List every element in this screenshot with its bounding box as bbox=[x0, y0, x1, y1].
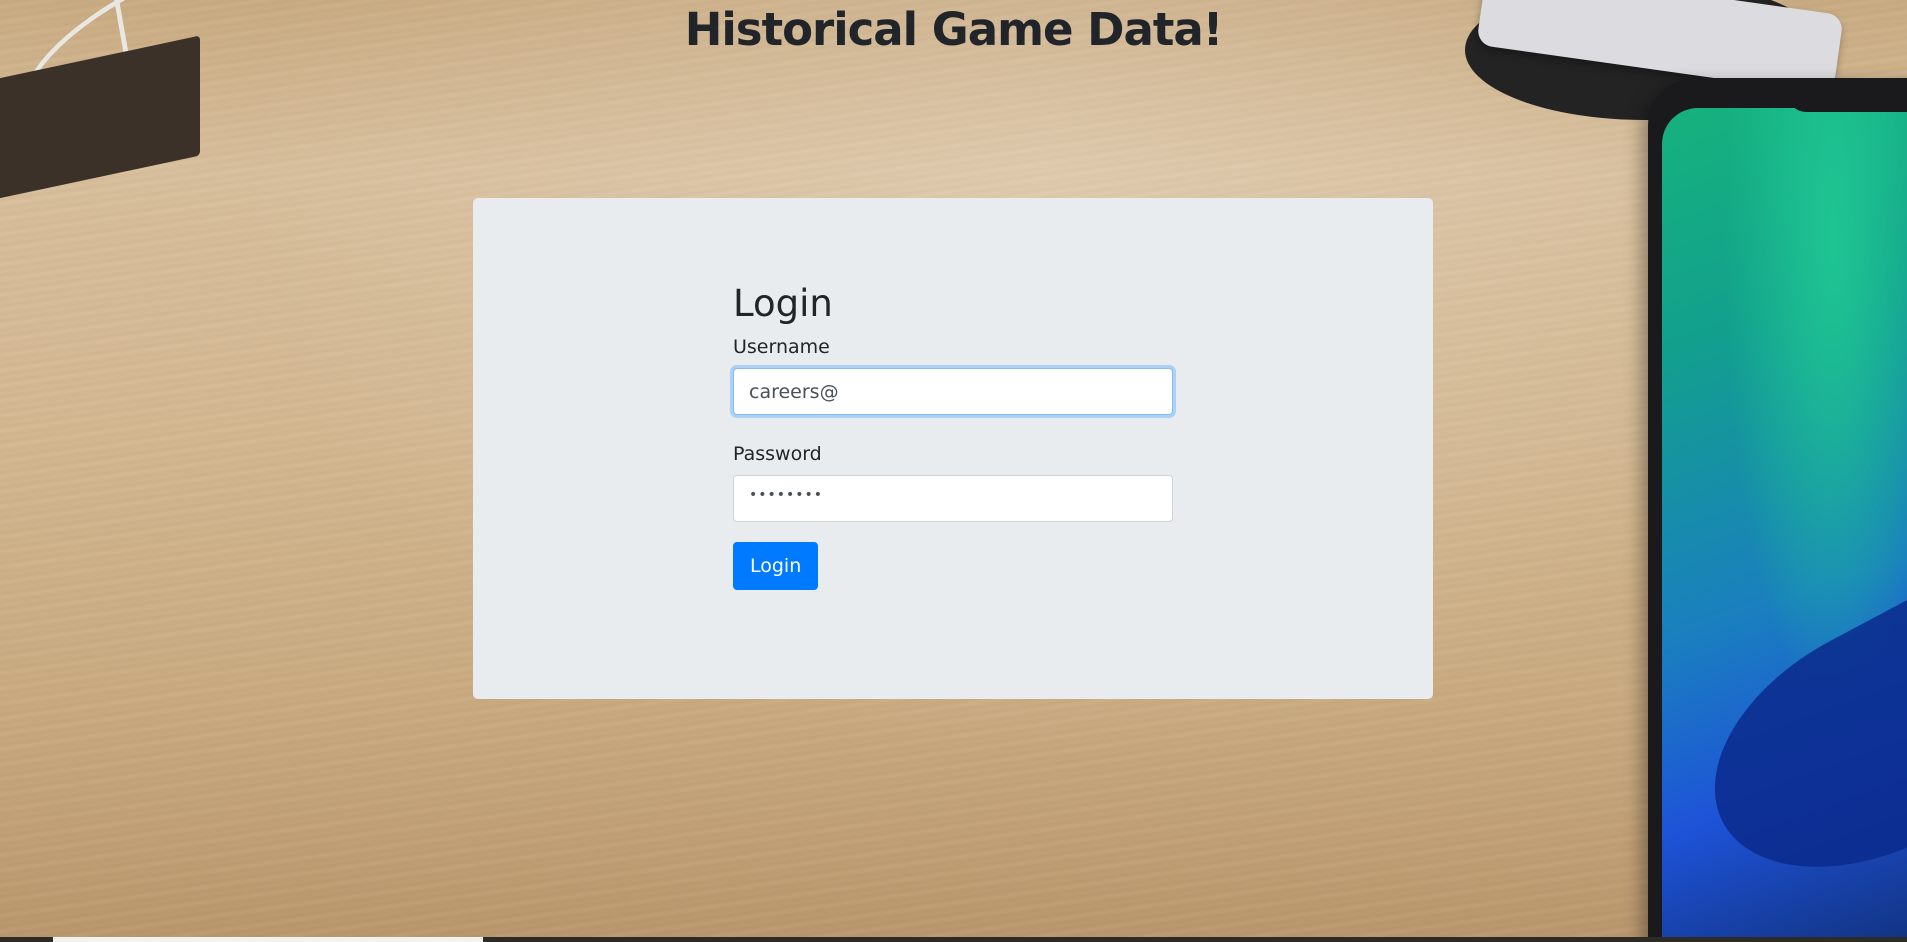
login-button[interactable]: Login bbox=[733, 542, 819, 590]
phone-wallpaper-shape bbox=[1671, 556, 1907, 920]
username-group: Username bbox=[733, 334, 1173, 415]
smartphone-image bbox=[1648, 78, 1907, 942]
password-input[interactable]: •••••••• bbox=[733, 475, 1173, 522]
phone-notch bbox=[1788, 78, 1907, 112]
password-label: Password bbox=[733, 443, 822, 465]
bottom-progress-bar bbox=[0, 937, 1907, 942]
phone-screen bbox=[1662, 108, 1907, 942]
username-input-wrap bbox=[733, 368, 1173, 415]
laptop-decoration bbox=[0, 35, 200, 205]
bottom-progress-segment bbox=[53, 937, 483, 942]
page-title: Historical Game Data! bbox=[684, 3, 1224, 56]
password-group: Password •••••••• bbox=[733, 441, 1173, 522]
background-photo: Historical Game Data! Login Username Pas… bbox=[0, 0, 1907, 942]
username-input[interactable] bbox=[733, 368, 1173, 415]
login-form: Login Username Password •••••••• Login bbox=[733, 280, 1173, 590]
login-heading: Login bbox=[733, 282, 833, 325]
password-mask: •••••••• bbox=[749, 487, 824, 503]
login-panel: Login Username Password •••••••• Login bbox=[473, 198, 1433, 699]
username-label: Username bbox=[733, 336, 830, 358]
